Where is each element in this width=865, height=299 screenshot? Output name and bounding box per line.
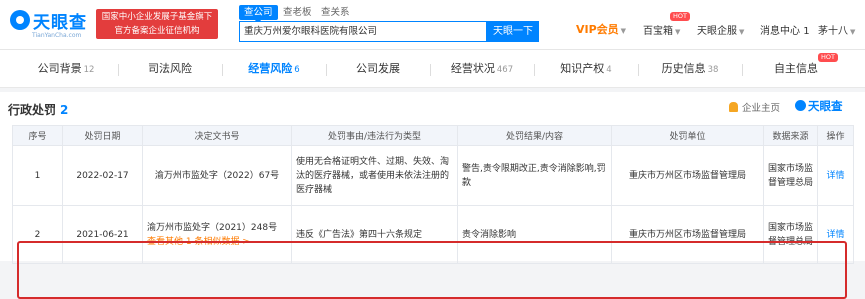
tab-label: 公司背景 [37, 62, 82, 75]
vip-link[interactable]: VIP会员 ▼ [576, 21, 626, 37]
tab-operating-risk[interactable]: 经营风险 6 [228, 56, 320, 82]
table-header-row: 序号 处罚日期 决定文书号 处罚事由/违法行为类型 处罚结果/内容 处罚单位 数… [12, 125, 854, 146]
tab-divider [222, 64, 223, 76]
hot-badge: HOT [670, 12, 690, 21]
data-source: 国家市场监督管理总局 [763, 205, 818, 264]
message-count: 1 [803, 26, 810, 37]
logo-text: 天眼查 [33, 13, 87, 33]
tab-label: 司法风险 [148, 62, 192, 75]
tab-label: 知识产权 [560, 62, 605, 75]
table-row: 1 2022-02-17 渝万州市监处字（2022）67号 使用无合格证明文件、… [12, 145, 854, 206]
gov-badge-line2: 官方备案企业征信机构 [114, 26, 200, 36]
message-center-link[interactable]: 消息中心 1 [760, 22, 810, 37]
decision-doc-cell: 渝万州市监处字（2021）248号 查看其他 1 条相似数据 > [142, 205, 292, 264]
company-home-link[interactable]: 企业主页 [729, 100, 780, 114]
column-header: 处罚单位 [611, 125, 764, 146]
qiye-service-label: 天眼企服 [697, 26, 737, 37]
column-header: 处罚事由/违法行为类型 [291, 125, 458, 146]
tab-business-status[interactable]: 经营状况 467 [436, 56, 528, 82]
top-bar: 天眼查 TianYanCha.com 国家中小企业发展子基金旗下 官方备案企业征… [0, 0, 865, 50]
tab-history[interactable]: 历史信息 38 [644, 56, 736, 82]
tab-company-background[interactable]: 公司背景 12 [20, 56, 112, 82]
tab-label: 经营状况 [450, 62, 495, 75]
tab-label: 经营风险 [248, 62, 293, 75]
logo-subtitle: TianYanCha.com [32, 32, 82, 39]
chevron-down-icon: ▼ [620, 27, 627, 35]
penalty-date: 2021-06-21 [62, 205, 143, 264]
logo-eye-icon [795, 100, 806, 111]
tab-divider [326, 64, 327, 76]
tab-divider [118, 64, 119, 76]
tab-divider [742, 64, 743, 76]
tab-judicial-risk[interactable]: 司法风险 [124, 56, 216, 82]
chevron-down-icon: ▼ [739, 28, 745, 36]
tab-count: 4 [606, 65, 612, 75]
table-row: 2 2021-06-21 渝万州市监处字（2021）248号 查看其他 1 条相… [12, 205, 854, 264]
section-title: 行政处罚 2 [8, 101, 68, 118]
tab-count: 12 [83, 65, 95, 75]
search-input[interactable]: 重庆万州爱尔眼科医院有限公司 [239, 21, 487, 42]
similar-data-link[interactable]: 查看其他 1 条相似数据 > [147, 235, 287, 249]
penalty-table: 序号 处罚日期 决定文书号 处罚事由/违法行为类型 处罚结果/内容 处罚单位 数… [12, 125, 854, 264]
row-index: 2 [12, 205, 63, 264]
row-index: 1 [12, 145, 63, 206]
penalty-date: 2022-02-17 [62, 145, 143, 206]
search-tab-boss[interactable]: 查老板 [283, 5, 312, 20]
penalty-result: 警告,责令限期改正,责令消除影响,罚款 [457, 145, 612, 206]
tab-label: 公司发展 [356, 62, 400, 75]
tianyancha-logo[interactable]: 天眼查 TianYanCha.com [10, 8, 88, 42]
tab-count: 467 [496, 65, 514, 75]
vip-label: VIP会员 [576, 23, 619, 36]
logo-eye-icon [10, 10, 30, 30]
tab-label: 自主信息 [774, 62, 818, 75]
gov-badge: 国家中小企业发展子基金旗下 官方备案企业征信机构 [96, 9, 218, 39]
tab-divider [534, 64, 535, 76]
search-tab-company[interactable]: 查公司 [239, 5, 278, 24]
tab-divider [638, 64, 639, 76]
detail-link[interactable]: 详情 [817, 145, 854, 206]
search-tab-relation[interactable]: 查关系 [321, 5, 350, 20]
tab-company-development[interactable]: 公司发展 [332, 56, 424, 82]
tab-count: 6 [294, 65, 300, 75]
detail-link[interactable]: 详情 [817, 205, 854, 264]
chevron-down-icon: ▼ [850, 28, 856, 36]
tianyancha-watermark: 天眼查 [795, 98, 843, 114]
column-header: 操作 [817, 125, 854, 146]
company-tabs: 公司背景 12 司法风险 经营风险 6 公司发展 经营状况 467 知识产权 4 历史信… [0, 50, 865, 88]
tab-count: 38 [707, 65, 719, 75]
baibaoxiang-link[interactable]: 百宝箱 ▼ [643, 22, 680, 37]
penalty-reason: 使用无合格证明文件、过期、失效、淘汰的医疗器械，或者使用未依法注册的医疗器械 [291, 145, 458, 206]
qiye-service-link[interactable]: 天眼企服 ▼ [697, 22, 744, 37]
baibaoxiang-label: 百宝箱 [643, 26, 673, 37]
penalty-result: 责令消除影响 [457, 205, 612, 264]
penalty-unit: 重庆市万州区市场监督管理局 [611, 145, 764, 206]
gov-badge-line1: 国家中小企业发展子基金旗下 [101, 12, 213, 22]
search-button[interactable]: 天眼一下 [487, 21, 539, 42]
penalty-reason: 违反《广告法》第四十六条规定 [291, 205, 458, 264]
column-header: 决定文书号 [142, 125, 292, 146]
column-header: 处罚日期 [62, 125, 143, 146]
company-home-label: 企业主页 [742, 103, 781, 114]
admin-penalty-panel: 行政处罚 2 企业主页 天眼查 序号 处罚日期 决定文书号 处罚事由/违法行为类型… [0, 92, 865, 299]
hot-badge: HOT [818, 53, 838, 62]
tab-intellectual-property[interactable]: 知识产权 4 [540, 56, 632, 82]
section-count: 2 [60, 103, 69, 117]
tab-divider [430, 64, 431, 76]
decision-doc-number: 渝万州市监处字（2021）248号 [147, 222, 278, 233]
section-title-text: 行政处罚 [8, 103, 57, 117]
message-center-label: 消息中心 [760, 26, 800, 37]
watermark-text: 天眼查 [808, 99, 843, 113]
chevron-down-icon: ▼ [675, 28, 681, 36]
decision-doc-number: 渝万州市监处字（2022）67号 [142, 145, 292, 206]
column-header: 数据来源 [763, 125, 818, 146]
tab-label: 历史信息 [661, 62, 706, 75]
penalty-unit: 重庆市万州区市场监督管理局 [611, 205, 764, 264]
user-menu[interactable]: 茅十八 ▼ [818, 22, 855, 37]
user-name: 茅十八 [818, 26, 848, 37]
column-header: 序号 [12, 125, 63, 146]
data-source: 国家市场监督管理总局 [763, 145, 818, 206]
column-header: 处罚结果/内容 [457, 125, 612, 146]
bell-icon [729, 102, 738, 112]
